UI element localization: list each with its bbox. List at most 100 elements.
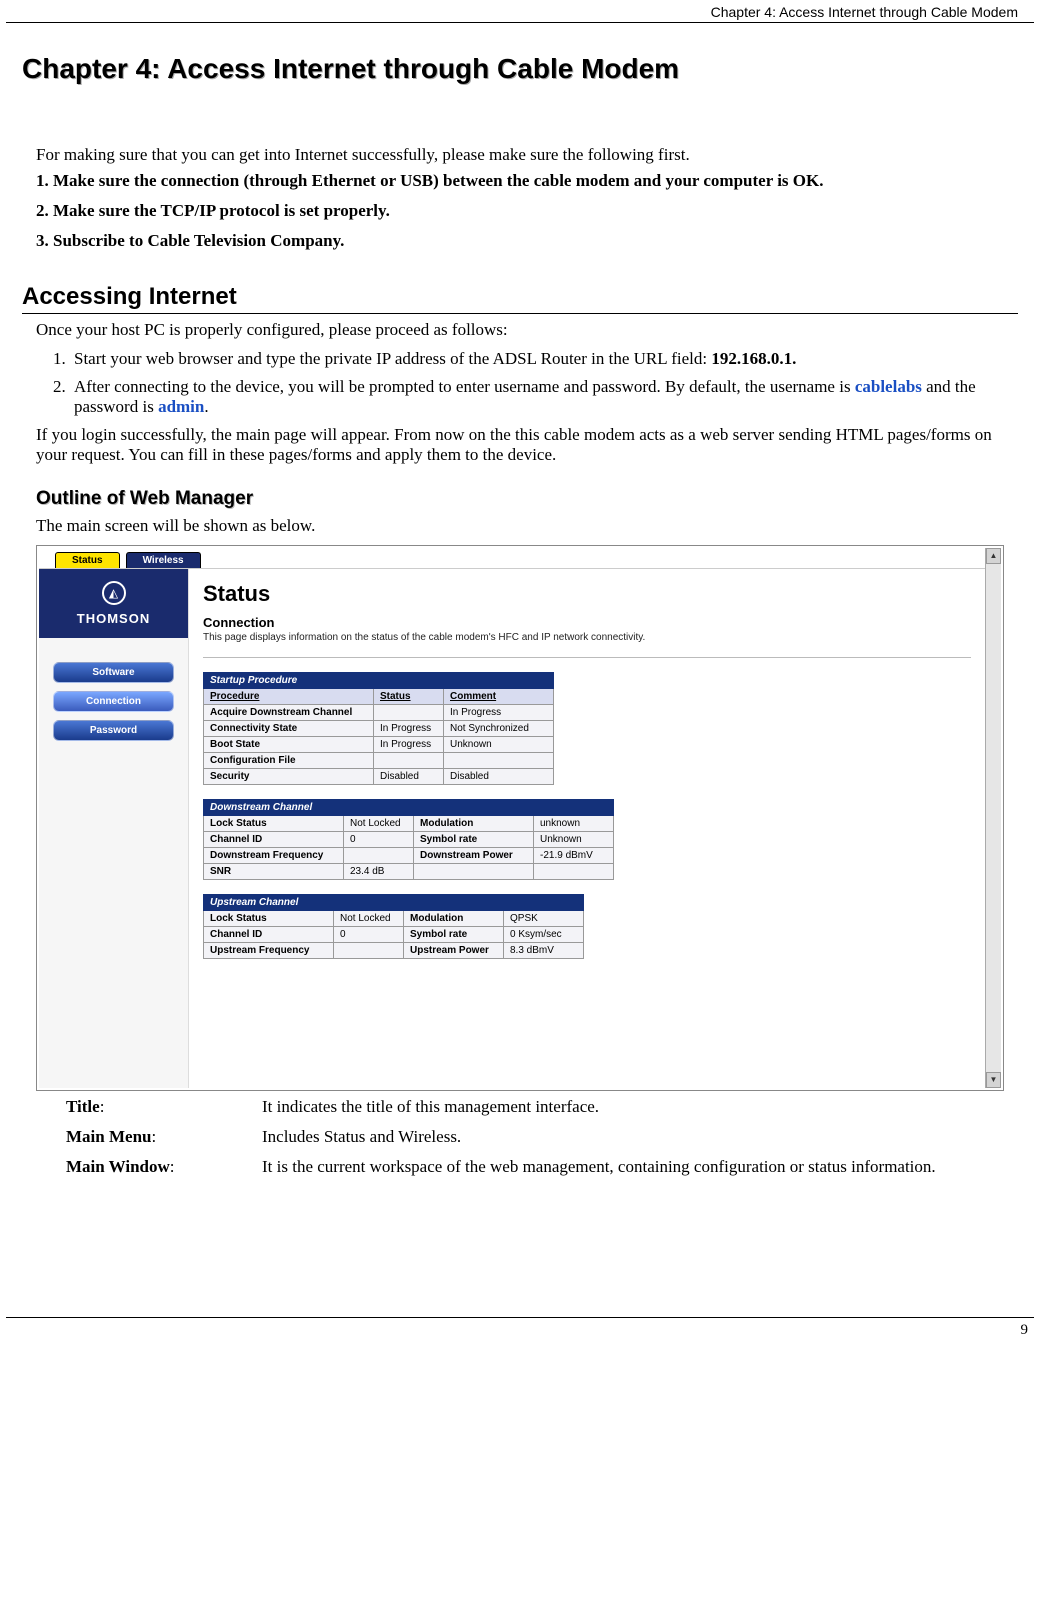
def-term: Main Window <box>66 1157 170 1176</box>
def-desc: It indicates the title of this managemen… <box>262 1097 1004 1117</box>
cell <box>374 752 444 768</box>
def-term: Title <box>66 1097 100 1116</box>
sub-heading: Outline of Web Manager <box>36 488 1018 510</box>
downstream-title: Downstream Channel <box>204 799 614 815</box>
cell: Not Locked <box>344 815 414 831</box>
startup-title: Startup Procedure <box>204 672 554 688</box>
step-2-password: admin <box>158 397 204 416</box>
cell: Configuration File <box>204 752 374 768</box>
step-1: Start your web browser and type the priv… <box>70 349 1018 369</box>
tab-wireless[interactable]: Wireless <box>126 552 201 568</box>
cell: 23.4 dB <box>344 863 414 879</box>
cell: Not Synchronized <box>444 720 554 736</box>
step-2-username: cablelabs <box>855 377 922 396</box>
def-term: Main Menu <box>66 1127 151 1146</box>
running-header: Chapter 4: Access Internet through Cable… <box>6 0 1034 23</box>
definitions-list: Title: It indicates the title of this ma… <box>66 1097 1004 1177</box>
def-row: Title: It indicates the title of this ma… <box>66 1097 1004 1117</box>
startup-table: Startup Procedure Procedure Status Comme… <box>203 672 554 785</box>
page-footer: 9 <box>6 1317 1034 1349</box>
steps-list: Start your web browser and type the priv… <box>36 349 1018 417</box>
cell: 8.3 dBmV <box>504 942 584 958</box>
scrollbar[interactable]: ▲ ▼ <box>985 548 1001 1088</box>
cell: In Progress <box>444 704 554 720</box>
page-content: Chapter 4: Access Internet through Cable… <box>0 23 1040 1177</box>
sub-paragraph: The main screen will be shown as below. <box>36 516 1018 537</box>
cell: Modulation <box>414 815 534 831</box>
scroll-down-icon[interactable]: ▼ <box>986 1072 1001 1088</box>
cell <box>374 704 444 720</box>
def-row: Main Window: It is the current workspace… <box>66 1157 1004 1177</box>
cell: Not Locked <box>334 910 404 926</box>
page-number: 9 <box>1021 1322 1029 1338</box>
def-row: Main Menu: Includes Status and Wireless. <box>66 1127 1004 1147</box>
cell <box>344 847 414 863</box>
intro-paragraph: For making sure that you can get into In… <box>36 145 1018 165</box>
cell: Channel ID <box>204 831 344 847</box>
cell: Connectivity State <box>204 720 374 736</box>
step-2-post: . <box>204 397 208 416</box>
cell: Upstream Power <box>404 942 504 958</box>
screenshot-frame: Status Wireless ◭ THOMSON Software Conne… <box>36 545 1004 1091</box>
cell: 0 <box>334 926 404 942</box>
cell: unknown <box>534 815 614 831</box>
step-2: After connecting to the device, you will… <box>70 377 1018 417</box>
cell: Symbol rate <box>404 926 504 942</box>
shot-title: Status <box>203 581 971 607</box>
def-desc: Includes Status and Wireless. <box>262 1127 1004 1147</box>
cell <box>444 752 554 768</box>
checklist-item-2: 2. Make sure the TCP/IP protocol is set … <box>36 201 1018 221</box>
main-window: Status Connection This page displays inf… <box>189 569 985 1088</box>
cell: Unknown <box>534 831 614 847</box>
sidebar: ◭ THOMSON Software Connection Password <box>39 569 189 1088</box>
login-paragraph: If you login successfully, the main page… <box>36 425 1018 466</box>
cell: Downstream Power <box>414 847 534 863</box>
cell: -21.9 dBmV <box>534 847 614 863</box>
main-menu-tabs: Status Wireless <box>39 548 985 568</box>
checklist-item-1: 1. Make sure the connection (through Eth… <box>36 171 1018 191</box>
cell: 0 Ksym/sec <box>504 926 584 942</box>
cell: Unknown <box>444 736 554 752</box>
cell: Downstream Frequency <box>204 847 344 863</box>
cell: Lock Status <box>204 910 334 926</box>
cell: Symbol rate <box>414 831 534 847</box>
def-desc: It is the current workspace of the web m… <box>262 1157 1004 1177</box>
shot-subtitle: Connection <box>203 615 971 630</box>
cell: Modulation <box>404 910 504 926</box>
startup-col-2: Comment <box>444 688 554 704</box>
cell <box>334 942 404 958</box>
logo-text: THOMSON <box>39 611 188 626</box>
section-heading: Accessing Internet <box>22 283 1018 314</box>
upstream-table: Upstream Channel Lock StatusNot LockedMo… <box>203 894 584 959</box>
startup-col-0: Procedure <box>204 688 374 704</box>
cell: Disabled <box>444 768 554 784</box>
step-1-ip: 192.168.0.1. <box>711 349 796 368</box>
step-2-pre: After connecting to the device, you will… <box>74 377 855 396</box>
cell: Channel ID <box>204 926 334 942</box>
cell <box>534 863 614 879</box>
step-1-text: Start your web browser and type the priv… <box>74 349 711 368</box>
scroll-up-icon[interactable]: ▲ <box>986 548 1001 564</box>
cell: Boot State <box>204 736 374 752</box>
cell: In Progress <box>374 720 444 736</box>
cell: Acquire Downstream Channel <box>204 704 374 720</box>
chapter-title: Chapter 4: Access Internet through Cable… <box>22 53 1018 85</box>
cell: Lock Status <box>204 815 344 831</box>
logo-icon: ◭ <box>102 581 126 605</box>
tab-status[interactable]: Status <box>55 552 120 568</box>
checklist-item-3: 3. Subscribe to Cable Television Company… <box>36 231 1018 251</box>
sidebar-btn-password[interactable]: Password <box>53 720 174 741</box>
cell: SNR <box>204 863 344 879</box>
logo-block: ◭ THOMSON <box>39 569 188 638</box>
section-paragraph: Once your host PC is properly configured… <box>36 320 1018 341</box>
shot-description: This page displays information on the st… <box>203 632 971 658</box>
cell: Upstream Frequency <box>204 942 334 958</box>
cell: Security <box>204 768 374 784</box>
cell: Disabled <box>374 768 444 784</box>
sidebar-btn-software[interactable]: Software <box>53 662 174 683</box>
sidebar-btn-connection[interactable]: Connection <box>53 691 174 712</box>
upstream-title: Upstream Channel <box>204 894 584 910</box>
startup-col-1: Status <box>374 688 444 704</box>
cell: 0 <box>344 831 414 847</box>
downstream-table: Downstream Channel Lock StatusNot Locked… <box>203 799 614 880</box>
